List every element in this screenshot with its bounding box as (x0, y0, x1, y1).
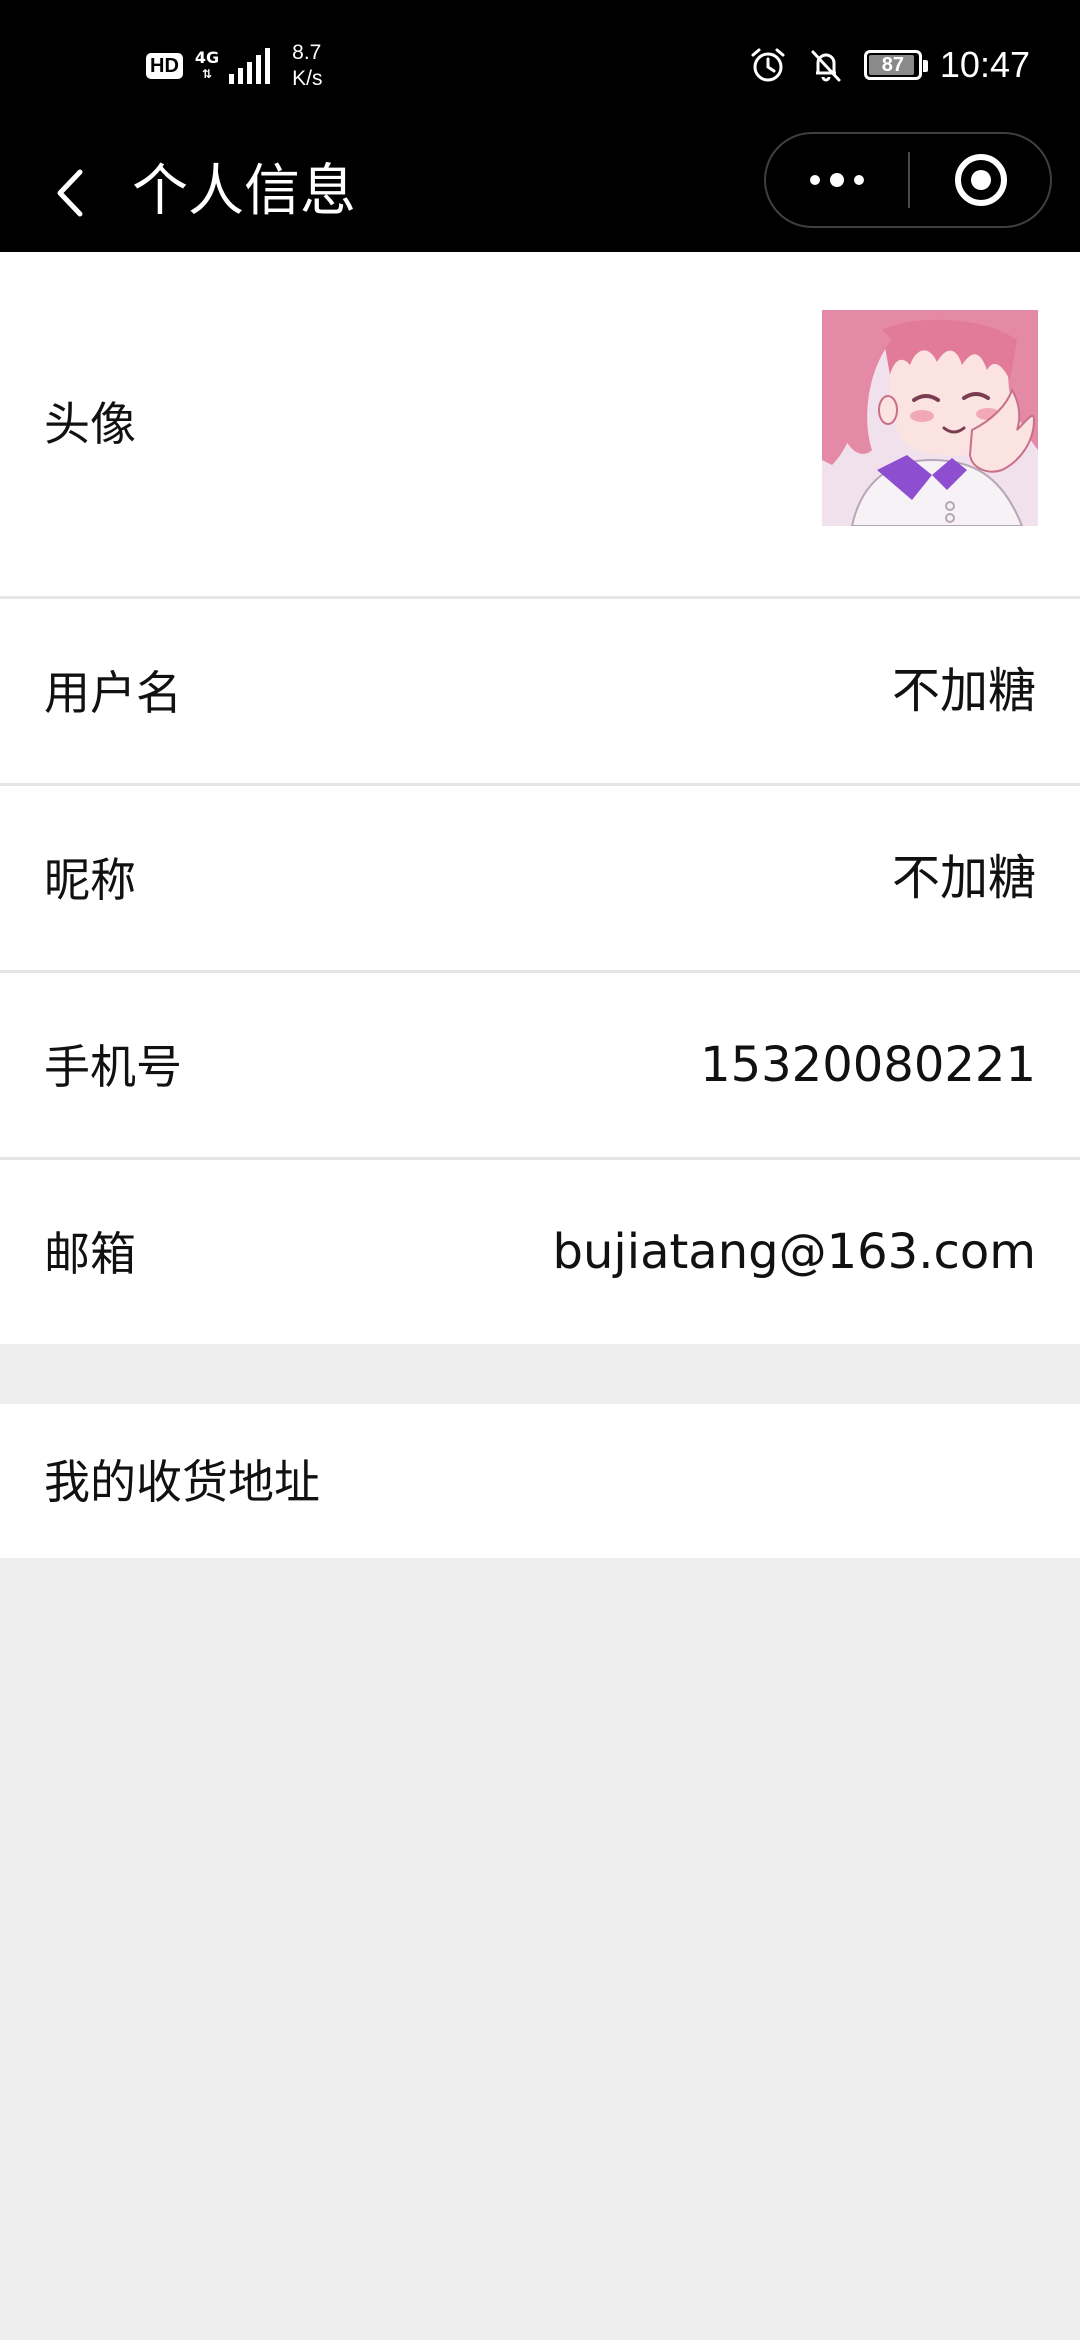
navigation-bar: 个人信息 (0, 132, 1080, 252)
phone-row[interactable]: 手机号 15320080221 (0, 973, 1080, 1157)
address-label: 我的收货地址 (44, 1455, 320, 1509)
nickname-label: 昵称 (44, 853, 136, 907)
speed-unit: K/s (292, 67, 323, 90)
hd-badge: HD (146, 53, 183, 79)
target-circle-icon (955, 154, 1007, 206)
phone-value: 15320080221 (700, 1037, 1036, 1093)
network-speed: 8.7 K/s (292, 40, 322, 92)
bell-muted-icon (811, 50, 841, 82)
close-mini-program-button[interactable] (910, 134, 1052, 226)
username-row[interactable]: 用户名 不加糖 (0, 599, 1080, 783)
username-label: 用户名 (44, 666, 182, 720)
username-value: 不加糖 (891, 663, 1036, 719)
speed-value: 8.7 (292, 41, 322, 64)
mini-program-capsule (764, 132, 1052, 228)
data-arrows-icon: ⇅ (201, 67, 213, 81)
status-right: 87 10:47 (748, 44, 1030, 86)
avatar-label: 头像 (44, 397, 136, 451)
more-button[interactable] (766, 134, 908, 226)
avatar[interactable] (822, 310, 1038, 526)
address-row[interactable]: 我的收货地址 (0, 1404, 1080, 1558)
battery-level: 87 (881, 53, 905, 76)
back-arrow-icon[interactable] (40, 158, 110, 228)
nickname-row[interactable]: 昵称 不加糖 (0, 786, 1080, 970)
signal-icon (229, 48, 271, 84)
battery-icon: 87 (863, 50, 928, 80)
nickname-value: 不加糖 (891, 850, 1036, 906)
alarm-icon (751, 48, 785, 82)
page-title: 个人信息 (132, 159, 356, 224)
network-label: 4G (194, 48, 220, 67)
email-value: bujiatang@163.com (552, 1224, 1037, 1280)
network-type: 4G ⇅ (195, 50, 219, 82)
email-row[interactable]: 邮箱 bujiatang@163.com (0, 1160, 1080, 1344)
status-left: HD 4G ⇅ 8.7 K/s (146, 40, 323, 92)
email-label: 邮箱 (44, 1227, 136, 1281)
phone-label: 手机号 (44, 1040, 182, 1094)
more-dots-icon (810, 173, 864, 187)
status-bar: HD 4G ⇅ 8.7 K/s 87 10:47 (0, 0, 1080, 132)
clock: 10:47 (939, 44, 1030, 85)
